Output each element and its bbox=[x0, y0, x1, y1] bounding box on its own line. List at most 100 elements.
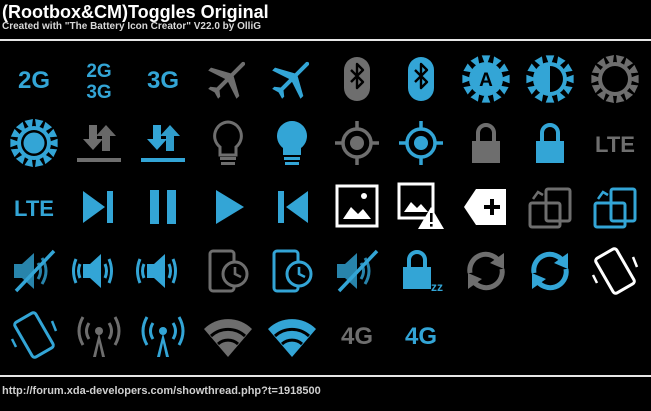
2g-3g-icon: 2G 3G bbox=[67, 47, 131, 111]
wifi-icon bbox=[196, 303, 260, 367]
sound-muted-icon bbox=[2, 239, 66, 303]
svg-text:zz: zz bbox=[431, 280, 443, 294]
sleep-lock-icon-graphic: zz bbox=[403, 250, 443, 294]
sync-icon bbox=[454, 239, 518, 303]
footer-divider bbox=[0, 375, 651, 377]
vibrate-icon-graphic bbox=[591, 247, 638, 295]
pause-icon-graphic bbox=[150, 190, 176, 224]
screen-timeout-icon-graphic bbox=[272, 249, 313, 293]
vibrate-sound-icon-graphic bbox=[71, 254, 113, 288]
vibrate-icon-graphic bbox=[10, 311, 58, 359]
wireless-tower-icon-graphic bbox=[77, 316, 120, 357]
2g-3g-icon-graphic: 2G3G bbox=[86, 61, 111, 103]
brightness-icon-graphic bbox=[10, 119, 58, 167]
svg-text:2G: 2G bbox=[18, 67, 50, 94]
lock-icon bbox=[518, 111, 582, 175]
data-transfer-icon bbox=[131, 111, 195, 175]
sound-vibrate-icon bbox=[131, 239, 195, 303]
sound-muted-icon-graphic bbox=[14, 249, 56, 293]
wireless-tower-icon-graphic bbox=[141, 316, 185, 357]
screen-timeout-icon-graphic bbox=[208, 249, 248, 293]
header-divider bbox=[0, 39, 651, 41]
next-track-icon-graphic bbox=[82, 191, 113, 223]
svg-text:4G: 4G bbox=[405, 323, 437, 350]
svg-text:LTE: LTE bbox=[14, 196, 54, 221]
gps-location-icon bbox=[325, 111, 389, 175]
bluetooth-icon-graphic bbox=[408, 57, 434, 101]
sync-icon bbox=[518, 239, 582, 303]
svg-text:A: A bbox=[479, 70, 493, 91]
4g-icon: 4G bbox=[325, 303, 389, 367]
pause-icon bbox=[131, 175, 195, 239]
2g-icon: 2G bbox=[2, 47, 66, 111]
add-tag-icon bbox=[454, 175, 518, 239]
lock-icon-graphic bbox=[471, 123, 500, 163]
add-tag-icon-graphic bbox=[463, 189, 506, 225]
4g-icon: 4G bbox=[389, 303, 453, 367]
4g-icon-graphic: 4G bbox=[405, 323, 437, 350]
sync-icon-graphic bbox=[531, 251, 569, 291]
screen-timeout-icon bbox=[196, 239, 260, 303]
screen-timeout-icon bbox=[260, 239, 324, 303]
screenshot-icon-graphic bbox=[335, 184, 378, 228]
sound-muted-icon bbox=[325, 239, 389, 303]
svg-text:LTE: LTE bbox=[595, 132, 635, 157]
wireless-tower-icon bbox=[131, 303, 195, 367]
screen-rotation-icon bbox=[518, 175, 582, 239]
brightness-icon-graphic bbox=[590, 55, 639, 103]
2g-icon-graphic: 2G bbox=[18, 67, 50, 94]
footer-url: http://forum.xda-developers.com/showthre… bbox=[2, 385, 321, 397]
lock-icon-graphic bbox=[536, 123, 564, 163]
lte-icon-graphic: LTE bbox=[595, 132, 635, 157]
3g-icon: 3G bbox=[131, 47, 195, 111]
bluetooth-icon-graphic bbox=[343, 57, 370, 101]
sound-vibrate-icon-graphic bbox=[136, 254, 177, 288]
vibrate-icon bbox=[583, 239, 647, 303]
lock-icon bbox=[454, 111, 518, 175]
airplane-mode-icon-graphic bbox=[272, 61, 310, 99]
brightness-half-icon bbox=[518, 47, 582, 111]
icon-grid: 2G 2G 3G 3G A LTE LTE zz 4G 4G bbox=[0, 47, 651, 372]
lightbulb-icon bbox=[260, 111, 324, 175]
svg-text:3G: 3G bbox=[86, 82, 111, 103]
lte-icon-graphic: LTE bbox=[14, 196, 54, 221]
wireless-tower-icon bbox=[67, 303, 131, 367]
auto-brightness-icon-graphic: A bbox=[461, 55, 510, 103]
screenshot-icon bbox=[325, 175, 389, 239]
bluetooth-icon bbox=[389, 47, 453, 111]
screenshot-warning-icon bbox=[389, 175, 453, 239]
wifi-icon bbox=[260, 303, 324, 367]
gps-location-icon-graphic bbox=[399, 121, 443, 165]
play-icon-graphic bbox=[215, 190, 244, 224]
sound-muted-icon-graphic bbox=[336, 249, 378, 293]
gps-location-icon bbox=[389, 111, 453, 175]
screenshot-warning-icon-graphic bbox=[397, 182, 444, 229]
play-icon bbox=[196, 175, 260, 239]
data-transfer-icon-graphic bbox=[141, 125, 185, 162]
previous-track-icon bbox=[260, 175, 324, 239]
vibrate-icon bbox=[2, 303, 66, 367]
brightness-icon bbox=[583, 47, 647, 111]
screen-rotation-icon-graphic bbox=[593, 187, 636, 229]
lightbulb-icon-graphic bbox=[212, 120, 243, 165]
gps-location-icon-graphic bbox=[334, 121, 379, 165]
sync-icon-graphic bbox=[466, 251, 505, 291]
screen-rotation-icon-graphic bbox=[528, 187, 572, 229]
wifi-icon-graphic bbox=[203, 319, 252, 357]
sleep-lock-icon: zz bbox=[389, 239, 453, 303]
brightness-half-icon-graphic bbox=[526, 55, 574, 103]
data-transfer-icon-graphic bbox=[76, 125, 121, 162]
4g-icon-graphic: 4G bbox=[340, 323, 372, 350]
page-title: (Rootbox&CM)Toggles Original bbox=[2, 2, 269, 22]
auto-brightness-icon: A bbox=[454, 47, 518, 111]
lightbulb-icon bbox=[196, 111, 260, 175]
airplane-mode-icon-graphic bbox=[207, 61, 245, 99]
screen-rotation-icon bbox=[583, 175, 647, 239]
wifi-icon-graphic bbox=[268, 319, 316, 357]
vibrate-sound-icon bbox=[67, 239, 131, 303]
lightbulb-icon-graphic bbox=[277, 121, 307, 165]
lte-icon: LTE bbox=[583, 111, 647, 175]
data-transfer-icon bbox=[67, 111, 131, 175]
previous-track-icon-graphic bbox=[278, 191, 308, 223]
3g-icon-graphic: 3G bbox=[147, 67, 179, 94]
